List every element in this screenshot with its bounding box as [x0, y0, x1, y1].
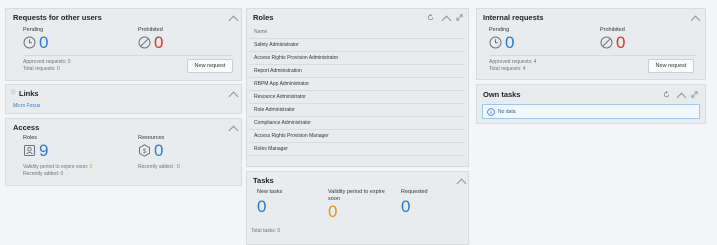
- requested-count[interactable]: 0: [401, 198, 410, 215]
- roles-label: Roles: [23, 135, 38, 141]
- list-item[interactable]: Access Rights Provision Manager: [249, 130, 465, 143]
- list-item[interactable]: Role Administrator: [249, 104, 465, 117]
- list-item[interactable]: Safety Administrator: [249, 39, 465, 52]
- collapse-icon[interactable]: [228, 91, 239, 102]
- no-data-alert: No data: [482, 104, 700, 119]
- dashboard: Requests for other users Pending 0 Prohi…: [0, 0, 717, 245]
- new-tasks-count[interactable]: 0: [257, 198, 266, 215]
- micro-focus-link[interactable]: Micro Focus: [13, 103, 40, 109]
- pending-count[interactable]: 0: [39, 34, 48, 51]
- roles-recently-added: Recently added: 0: [23, 171, 64, 177]
- list-item[interactable]: Resource Administrator: [249, 91, 465, 104]
- own-tasks-title: Own tasks: [483, 90, 521, 99]
- info-icon: [487, 108, 495, 116]
- list-item[interactable]: Compliance Administrator: [249, 117, 465, 130]
- resources-count[interactable]: 0: [154, 142, 163, 159]
- resources-icon: $: [139, 144, 150, 157]
- requests-panel: Requests for other users Pending 0 Prohi…: [5, 8, 242, 81]
- validity-label: Validity period to expire soon:: [23, 164, 90, 170]
- list-item[interactable]: Report Administration: [249, 65, 465, 78]
- prohibited-icon: [138, 36, 151, 49]
- list-item[interactable]: RBPM App Administrator: [249, 78, 465, 91]
- collapse-icon[interactable]: [690, 15, 701, 26]
- collapse-icon[interactable]: [228, 125, 239, 136]
- tasks-panel-title: Tasks: [253, 176, 274, 185]
- resources-recently-added: Recently added : 0: [138, 164, 180, 170]
- links-panel: ☆ Links Micro Focus: [5, 84, 242, 114]
- collapse-icon[interactable]: [456, 178, 467, 189]
- prohibited-count[interactable]: 0: [154, 34, 163, 51]
- requested-label: Requested: [401, 189, 428, 195]
- prohibited-count[interactable]: 0: [616, 34, 625, 51]
- list-item[interactable]: Access Rights Provision Administrator: [249, 52, 465, 65]
- pending-count[interactable]: 0: [505, 34, 514, 51]
- total-tasks-text: Total tasks: 0: [251, 228, 281, 234]
- total-requests-text: Total requests: 0: [23, 66, 60, 72]
- roles-count[interactable]: 9: [39, 142, 48, 159]
- expand-icon[interactable]: [691, 91, 698, 98]
- roles-icon: [24, 145, 35, 156]
- clock-icon: [489, 36, 502, 49]
- internal-requests-panel: Internal requests Pending 0 Prohibited 0…: [476, 8, 706, 80]
- list-item[interactable]: Roles Manager: [249, 143, 465, 156]
- new-request-button[interactable]: New request: [648, 59, 694, 73]
- new-tasks-label: New tasks: [257, 189, 283, 195]
- approved-requests-text: Approved requests: 4: [489, 59, 537, 65]
- tasks-panel: Tasks New tasks 0 Validity period to exp…: [246, 171, 469, 245]
- svg-text:$: $: [143, 148, 147, 155]
- validity-text: Validity period to expire soon: 0: [23, 164, 92, 170]
- approved-requests-text: Approved requests: 0: [23, 59, 71, 65]
- internal-divider: [489, 55, 696, 56]
- validity-count[interactable]: 0: [328, 203, 337, 220]
- new-request-button[interactable]: New request: [187, 59, 233, 73]
- access-panel-title: Access: [13, 123, 40, 132]
- requests-divider: [23, 55, 233, 56]
- star-icon: ☆: [10, 89, 17, 96]
- own-tasks-panel: Own tasks No data: [476, 84, 706, 124]
- collapse-icon[interactable]: [228, 15, 239, 26]
- roles-column-header[interactable]: Name: [249, 26, 465, 39]
- collapse-icon[interactable]: [676, 92, 687, 103]
- expand-icon[interactable]: [456, 14, 463, 21]
- refresh-icon[interactable]: [663, 91, 670, 98]
- access-panel: Access Roles 9 Resources $ 0 Validity pe…: [5, 118, 242, 186]
- no-data-text: No data: [498, 109, 516, 115]
- requests-panel-title: Requests for other users: [13, 13, 102, 22]
- refresh-icon[interactable]: [427, 14, 434, 21]
- internal-requests-title: Internal requests: [483, 13, 544, 22]
- roles-panel-title: Roles: [253, 13, 274, 22]
- links-panel-title: Links: [19, 89, 39, 98]
- total-requests-text: Total requests: 4: [489, 66, 526, 72]
- validity-label: Validity period to expire soon: [328, 189, 385, 202]
- collapse-icon[interactable]: [441, 15, 452, 26]
- validity-count[interactable]: 0: [90, 164, 93, 170]
- clock-icon: [23, 36, 36, 49]
- prohibited-icon: [600, 36, 613, 49]
